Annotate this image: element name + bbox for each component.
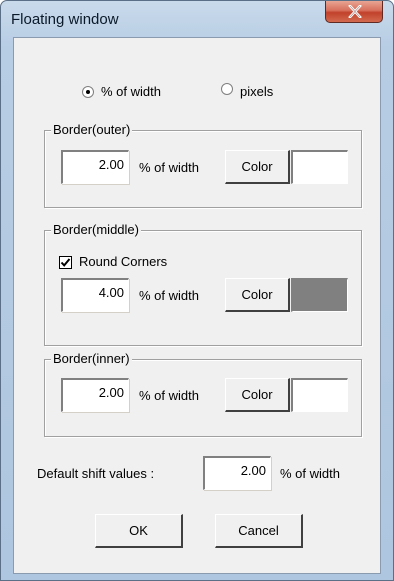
radio-selected-dot	[86, 90, 90, 94]
group-border-outer-label: Border(outer)	[51, 122, 133, 137]
radio-pixels-label: pixels	[240, 84, 274, 99]
dialog-window: Floating window % of width pixels Border…	[0, 0, 394, 581]
checkmark-icon	[60, 258, 71, 267]
radio-pixels[interactable]	[221, 83, 233, 95]
border-middle-color-button[interactable]: Color	[225, 278, 290, 312]
border-outer-unit: % of width	[139, 160, 199, 175]
round-corners-label: Round Corners	[79, 254, 168, 269]
default-shift-unit: % of width	[280, 466, 340, 481]
title-bar[interactable]: Floating window	[1, 1, 393, 37]
group-border-middle-label: Border(middle)	[51, 222, 141, 237]
close-x-icon	[348, 5, 362, 18]
border-inner-color-button[interactable]: Color	[225, 378, 290, 412]
border-middle-color-swatch	[291, 278, 348, 312]
radio-percent-of-width-label: % of width	[101, 84, 161, 99]
border-outer-width-field[interactable]: 2.00	[61, 150, 129, 184]
border-middle-width-field[interactable]: 4.00	[61, 278, 129, 312]
border-outer-color-button[interactable]: Color	[225, 150, 290, 184]
border-inner-color-swatch	[291, 378, 348, 412]
close-button[interactable]	[325, 1, 383, 23]
radio-percent-of-width[interactable]	[82, 86, 94, 98]
border-inner-width-field[interactable]: 2.00	[61, 378, 129, 412]
dialog-body: % of width pixels Border(outer) 2.00 % o…	[13, 37, 381, 574]
border-outer-color-swatch	[291, 150, 348, 184]
default-shift-label: Default shift values :	[37, 466, 155, 481]
cancel-button[interactable]: Cancel	[215, 514, 303, 548]
border-inner-unit: % of width	[139, 388, 199, 403]
border-middle-unit: % of width	[139, 288, 199, 303]
group-border-inner-label: Border(inner)	[51, 351, 132, 366]
round-corners-checkbox[interactable]	[59, 256, 72, 269]
ok-button[interactable]: OK	[95, 514, 183, 548]
default-shift-field[interactable]: 2.00	[203, 456, 271, 490]
window-title: Floating window	[11, 11, 119, 28]
